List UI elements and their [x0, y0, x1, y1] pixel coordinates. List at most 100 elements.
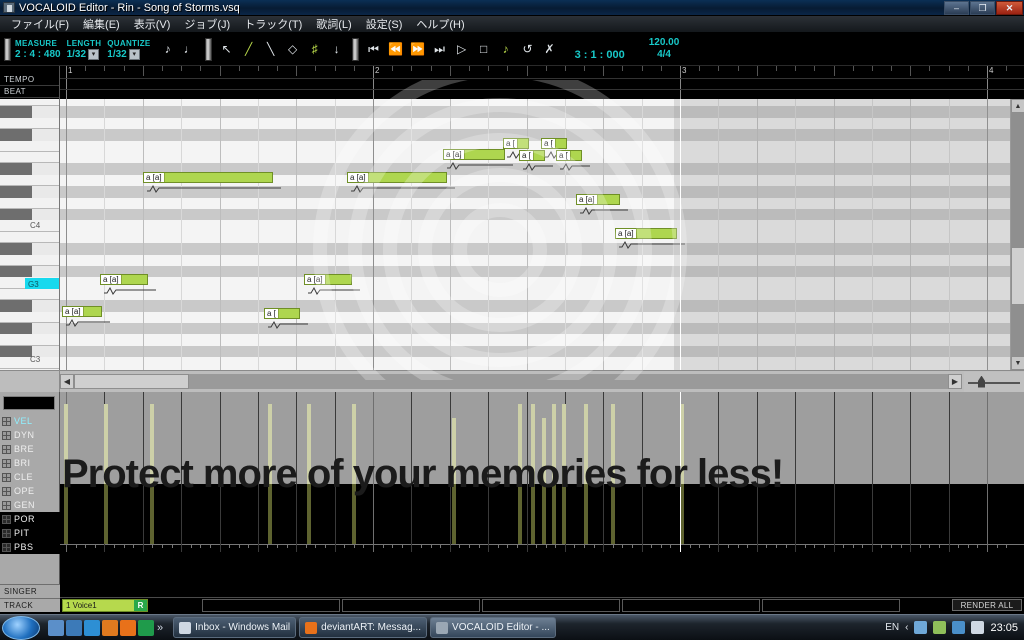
expand-icon[interactable] — [2, 486, 11, 496]
tray-expand-icon[interactable]: ‹ — [905, 622, 908, 633]
velocity-bar[interactable] — [104, 404, 108, 484]
music-app-icon[interactable] — [138, 619, 154, 636]
playhead[interactable] — [680, 99, 681, 370]
pencil-icon[interactable]: ╱ — [238, 37, 260, 61]
quantize-field[interactable]: QUANTIZE 1/32 ▾ — [107, 33, 150, 66]
battery-icon[interactable] — [933, 621, 947, 634]
vertical-scrollbar[interactable]: ▲ ▼ — [1010, 99, 1024, 370]
track-voice1[interactable]: 1 Voice1 R — [62, 599, 148, 612]
note-length-icon-2[interactable]: ♩ — [179, 37, 201, 61]
velocity-bar[interactable] — [552, 404, 556, 484]
quantize-combo[interactable]: 1/32 ▾ — [107, 49, 150, 60]
metronome-button[interactable]: ♪ — [495, 37, 517, 61]
expand-icon[interactable] — [2, 430, 11, 440]
velocity-bar[interactable] — [352, 404, 356, 484]
piano-white-key[interactable] — [0, 99, 59, 107]
loop-button[interactable]: ↺ — [517, 37, 539, 61]
velocity-bar[interactable] — [611, 404, 615, 484]
length-combo[interactable]: 1/32 ▾ — [67, 49, 102, 60]
vscroll-thumb[interactable] — [1011, 247, 1024, 305]
piano-keyboard[interactable]: C4 C3 G3 — [0, 99, 60, 370]
expand-icon[interactable] — [2, 472, 11, 482]
velocity-graph[interactable] — [60, 392, 1024, 552]
quick-launch-overflow-icon[interactable]: » — [157, 622, 163, 634]
stop-button[interactable]: □ — [473, 37, 495, 61]
render-all-button[interactable]: RENDER ALL — [952, 599, 1022, 611]
media-player-icon[interactable] — [66, 619, 82, 636]
scroll-left-arrow[interactable]: ◀ — [60, 374, 74, 389]
velocity-bar[interactable] — [562, 404, 566, 484]
expand-icon[interactable] — [2, 542, 11, 552]
velocity-bar[interactable] — [64, 404, 68, 484]
piano-roll-note[interactable]: a [a] — [62, 306, 102, 317]
piano-white-key[interactable] — [0, 152, 59, 164]
param-bri[interactable]: BRI — [0, 456, 60, 470]
line-icon[interactable]: ╲ — [260, 37, 282, 61]
vscroll-track[interactable] — [1011, 113, 1024, 356]
piano-black-key[interactable] — [0, 243, 32, 255]
track-slot-empty[interactable] — [762, 599, 900, 612]
track-row-label[interactable]: TRACK — [0, 598, 60, 612]
piano-black-key[interactable] — [0, 163, 32, 175]
piano-roll-note[interactable]: a [ — [556, 150, 582, 161]
hscroll-track[interactable] — [74, 374, 948, 389]
velocity-bar[interactable] — [452, 418, 456, 484]
piano-white-key[interactable] — [0, 140, 59, 152]
note-length-icon-1[interactable]: ♪ — [157, 37, 179, 61]
param-gen[interactable]: GEN — [0, 498, 60, 512]
piano-black-key[interactable] — [0, 129, 32, 141]
length-field[interactable]: LENGTH 1/32 ▾ — [67, 33, 102, 66]
measure-field[interactable]: MEASURE 2 : 4 : 480 — [15, 33, 61, 66]
param-vel[interactable]: VEL — [0, 414, 60, 428]
param-pit[interactable]: PIT — [0, 526, 60, 540]
note-insert-icon[interactable]: ↓ — [326, 37, 348, 61]
piano-white-key[interactable] — [0, 254, 59, 266]
play-button[interactable]: ▷ — [451, 37, 473, 61]
velocity-playhead[interactable] — [680, 392, 681, 552]
maximize-button[interactable]: ❐ — [970, 1, 995, 15]
toolbar-grip-2[interactable] — [204, 37, 212, 61]
param-por[interactable]: POR — [0, 512, 60, 526]
piano-black-key[interactable] — [0, 345, 32, 358]
mute-button[interactable]: ✗ — [539, 37, 561, 61]
piano-black-key[interactable] — [0, 323, 32, 335]
expand-icon[interactable] — [2, 514, 11, 524]
arrow-pointer-icon[interactable]: ↖ — [216, 37, 238, 61]
velocity-bar[interactable] — [150, 404, 154, 484]
piano-roll-note[interactable]: a [ — [503, 138, 529, 149]
start-button[interactable] — [2, 615, 40, 640]
track-record-button[interactable]: R — [134, 600, 147, 611]
expand-icon[interactable] — [2, 416, 11, 426]
lane-label-beat[interactable]: BEAT — [0, 86, 59, 98]
menu-job[interactable]: ジョブ(J) — [177, 15, 237, 33]
piano-roll-note[interactable]: a [a] — [576, 194, 620, 205]
taskbar-windows-mail[interactable]: Inbox - Windows Mail — [173, 617, 297, 638]
quicktime-icon[interactable] — [102, 619, 118, 636]
param-pbs[interactable]: PBS — [0, 540, 60, 554]
expand-icon[interactable] — [2, 444, 11, 454]
param-ope[interactable]: OPE — [0, 484, 60, 498]
zoom-slider-handle[interactable] — [978, 375, 985, 388]
piano-roll-note[interactable]: a [a] — [304, 274, 352, 285]
piano-roll-note[interactable]: a [ — [519, 150, 545, 161]
piano-black-key[interactable] — [0, 209, 32, 221]
zoom-slider[interactable] — [964, 371, 1024, 392]
expand-icon[interactable] — [2, 500, 11, 510]
piano-black-key[interactable] — [0, 300, 32, 312]
menu-settings[interactable]: 設定(S) — [359, 15, 410, 33]
tray-clock[interactable]: 23:05 — [990, 622, 1018, 634]
menu-edit[interactable]: 編集(E) — [76, 15, 127, 33]
velocity-bar[interactable] — [584, 404, 588, 484]
track-cells-area[interactable]: 1 Voice1 R RENDER ALL — [60, 598, 1024, 614]
rewind-button[interactable]: ⏪ — [385, 37, 407, 61]
piano-white-key[interactable] — [0, 197, 59, 209]
chevron-down-icon[interactable]: ▾ — [88, 49, 100, 60]
piano-roll-note[interactable]: a [ — [264, 308, 300, 319]
grid-snap-icon[interactable]: ♯ — [304, 37, 326, 61]
close-button[interactable]: ✕ — [996, 1, 1023, 15]
velocity-bar[interactable] — [531, 404, 535, 484]
track-slot-empty[interactable] — [202, 599, 340, 612]
piano-white-key[interactable] — [0, 174, 59, 187]
piano-roll-note[interactable]: a [a] — [143, 172, 273, 183]
menu-help[interactable]: ヘルプ(H) — [409, 15, 471, 33]
